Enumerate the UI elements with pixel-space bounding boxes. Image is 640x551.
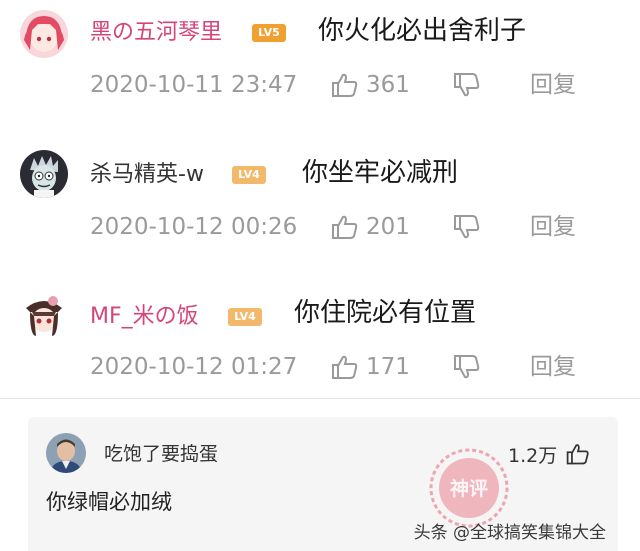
thumbs-down-icon [454,73,480,97]
timestamp: 2020-10-11 23:47 [90,72,298,98]
comment-text: 你火化必出舍利子 [318,16,527,46]
thumbs-up-icon [566,444,589,465]
comment-meta: 2020-10-12 00:26 201 回复 [90,212,610,242]
level-badge: LV4 [228,308,262,326]
like-button[interactable]: 171 [330,352,410,382]
hot-reply-card[interactable]: 吃饱了要捣蛋 1.2万 你绿帽必加绒 神评 头条 @全球搞笑集锦大全 [28,417,618,551]
username[interactable]: 杀马精英-w [90,162,204,188]
hot-comment-stamp: 神评 [429,448,509,528]
like-button[interactable]: 201 [330,212,410,242]
dislike-button[interactable] [452,212,482,242]
divider [0,398,640,399]
stamp-label: 神评 [450,477,488,500]
level-badge: LV4 [232,166,266,184]
thumbs-down-icon [454,215,480,239]
avatar[interactable] [20,150,68,198]
comment-item: MF_米の饭 LV4 你住院必有位置 2020-10-12 01:27 171 … [0,280,640,398]
comment-text: 你住院必有位置 [294,298,477,328]
thumbs-up-icon [332,215,358,239]
avatar[interactable] [20,290,68,338]
comment-text: 你坐牢必减刑 [302,158,459,188]
comment-meta: 2020-10-12 01:27 171 回复 [90,352,610,382]
comment-item: 黑の五河琴里 LV5 你火化必出舍利子 2020-10-11 23:47 361… [0,0,640,130]
like-button[interactable]: 361 [330,70,410,100]
thumbs-up-icon [332,355,358,379]
timestamp: 2020-10-12 00:26 [90,214,298,240]
username[interactable]: 吃饱了要捣蛋 [104,443,218,465]
like-count: 201 [366,214,410,240]
like-count: 361 [366,72,410,98]
level-badge: LV5 [252,24,286,42]
dislike-button[interactable] [452,70,482,100]
watermark: 头条 @全球搞笑集锦大全 [413,523,606,543]
comment-meta: 2020-10-11 23:47 361 回复 [90,70,610,100]
thumbs-up-icon [332,73,358,97]
comment-text: 你绿帽必加绒 [46,490,172,514]
comment-item: 杀马精英-w LV4 你坐牢必减刑 2020-10-12 00:26 201 回… [0,140,640,270]
username[interactable]: 黑の五河琴里 [90,20,222,46]
dislike-button[interactable] [452,352,482,382]
like-count: 171 [366,354,410,380]
thumbs-down-icon [454,355,480,379]
username[interactable]: MF_米の饭 [90,304,199,330]
reply-button[interactable]: 回复 [530,70,576,100]
reply-button[interactable]: 回复 [530,352,576,382]
reply-button[interactable]: 回复 [530,212,576,242]
like-button[interactable]: 1.2万 [508,441,591,467]
avatar[interactable] [46,433,86,473]
timestamp: 2020-10-12 01:27 [90,354,298,380]
like-count: 1.2万 [508,444,558,467]
avatar[interactable] [20,10,68,58]
